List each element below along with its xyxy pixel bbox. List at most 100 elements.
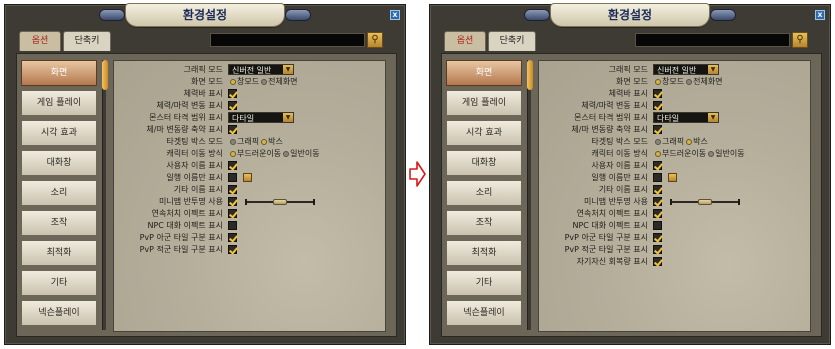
- option-checkbox[interactable]: [228, 221, 237, 230]
- option-checkbox[interactable]: [653, 197, 662, 206]
- close-button[interactable]: x: [815, 10, 825, 20]
- option-checkbox[interactable]: [228, 185, 237, 194]
- radio-button[interactable]: [686, 138, 693, 145]
- option-label: 그래픽 모드: [608, 65, 648, 74]
- option-dropdown[interactable]: 신버전 일반 ▼: [228, 64, 294, 75]
- option-color-swatch[interactable]: [668, 173, 677, 182]
- option-checkbox[interactable]: [653, 125, 662, 134]
- option-checkbox[interactable]: [228, 161, 237, 170]
- slider-knob[interactable]: [273, 199, 287, 205]
- option-control: [653, 100, 662, 112]
- sidebar-item[interactable]: 게임 플레이: [21, 90, 97, 116]
- scrollbar-thumb[interactable]: [527, 60, 533, 90]
- scrollbar-thumb[interactable]: [102, 60, 108, 90]
- option-label: 타겟팅 박스 모드: [591, 137, 648, 146]
- sidebar-item[interactable]: 화면: [446, 60, 522, 86]
- option-checkbox[interactable]: [653, 89, 662, 98]
- search-icon[interactable]: ⚲: [792, 32, 808, 48]
- option-checkbox[interactable]: [653, 101, 662, 110]
- close-button[interactable]: x: [390, 10, 400, 20]
- option-checkbox[interactable]: [653, 257, 662, 266]
- chevron-down-icon[interactable]: ▼: [708, 113, 718, 122]
- option-checkbox[interactable]: [228, 89, 237, 98]
- option-dropdown[interactable]: 신버전 일반 ▼: [653, 64, 719, 75]
- search-icon[interactable]: ⚲: [367, 32, 383, 48]
- chevron-down-icon[interactable]: ▼: [283, 65, 293, 74]
- tab-hotkeys[interactable]: 단축키: [488, 31, 536, 51]
- option-checkbox[interactable]: [653, 173, 662, 182]
- option-row: 사용자 이름 표시: [539, 160, 810, 172]
- sidebar-item[interactable]: 기타: [21, 270, 97, 296]
- sidebar-scrollbar[interactable]: [102, 60, 108, 330]
- option-dropdown[interactable]: 다타일 ▼: [228, 112, 294, 123]
- option-row: 캐릭터 이동 방식 부드러운이동 일반이동: [114, 148, 385, 160]
- option-row: 체력바 표시: [539, 88, 810, 100]
- option-label: 화면 모드: [191, 77, 223, 86]
- opacity-slider[interactable]: [670, 196, 740, 208]
- radio-button[interactable]: [230, 138, 236, 145]
- radio-button[interactable]: [708, 150, 715, 157]
- settings-body: 화면 게임 플레이 시각 효과 대화창 소리 조작 최적화 기타 넥슨플레이 그래픽 모드 신버전…: [16, 53, 397, 337]
- option-control: [228, 124, 237, 136]
- option-checkbox[interactable]: [653, 185, 662, 194]
- opacity-slider[interactable]: [245, 196, 315, 208]
- sidebar-item[interactable]: 넥슨플레이: [446, 300, 522, 326]
- option-color-swatch[interactable]: [243, 173, 252, 182]
- option-checkbox[interactable]: [228, 101, 237, 110]
- radio-button[interactable]: [655, 138, 661, 145]
- sidebar-item[interactable]: 넥슨플레이: [21, 300, 97, 326]
- option-checkbox[interactable]: [228, 125, 237, 134]
- chevron-down-icon[interactable]: ▼: [708, 65, 718, 74]
- title-bar[interactable]: 환경설정 x: [5, 3, 405, 27]
- slider-knob[interactable]: [698, 199, 712, 205]
- option-label: 몬스터 타격 범위 표시: [149, 113, 223, 122]
- option-checkbox[interactable]: [653, 233, 662, 242]
- sidebar-item[interactable]: 조작: [446, 210, 522, 236]
- option-dropdown[interactable]: 다타일 ▼: [653, 112, 719, 123]
- sidebar-item[interactable]: 조작: [21, 210, 97, 236]
- sidebar-item[interactable]: 기타: [446, 270, 522, 296]
- sidebar-item[interactable]: 시각 효과: [446, 120, 522, 146]
- sidebar-item[interactable]: 최적화: [21, 240, 97, 266]
- option-row: 자기자신 회복량 표시: [539, 256, 810, 268]
- radio-button[interactable]: [261, 78, 268, 85]
- radio-button[interactable]: [686, 78, 693, 85]
- sidebar-item[interactable]: 게임 플레이: [446, 90, 522, 116]
- radio-button[interactable]: [261, 138, 268, 145]
- search-input[interactable]: [635, 33, 790, 47]
- option-control: [228, 160, 237, 172]
- option-control: [228, 232, 237, 244]
- title-bar[interactable]: 환경설정 x: [430, 3, 830, 27]
- search-input[interactable]: [210, 33, 365, 47]
- radio-button[interactable]: [283, 150, 290, 157]
- radio-button[interactable]: [230, 150, 236, 157]
- option-checkbox[interactable]: [653, 221, 662, 230]
- option-checkbox[interactable]: [228, 245, 237, 254]
- chevron-down-icon[interactable]: ▼: [283, 113, 293, 122]
- option-control: 부드러운이동 일반이동: [228, 148, 320, 160]
- radio-button[interactable]: [655, 78, 661, 85]
- option-checkbox[interactable]: [228, 197, 237, 206]
- tab-options[interactable]: 옵션: [19, 31, 61, 51]
- option-control: [228, 88, 237, 100]
- tab-hotkeys[interactable]: 단축키: [63, 31, 111, 51]
- sidebar-item[interactable]: 대화창: [21, 150, 97, 176]
- option-checkbox[interactable]: [228, 233, 237, 242]
- sidebar-scrollbar[interactable]: [527, 60, 533, 330]
- radio-button[interactable]: [655, 150, 661, 157]
- option-checkbox[interactable]: [653, 209, 662, 218]
- radio-button[interactable]: [230, 78, 236, 85]
- sidebar-item[interactable]: 소리: [446, 180, 522, 206]
- option-control: [653, 196, 740, 208]
- comparison-stage: 환경설정 x 옵션 단축키 ⚲ 화면게임 플레이시각 효과대화창소리조작최적화기…: [0, 0, 835, 349]
- option-checkbox[interactable]: [653, 161, 662, 170]
- sidebar-item[interactable]: 대화창: [446, 150, 522, 176]
- tab-options[interactable]: 옵션: [444, 31, 486, 51]
- option-checkbox[interactable]: [228, 209, 237, 218]
- option-checkbox[interactable]: [653, 245, 662, 254]
- sidebar-item[interactable]: 최적화: [446, 240, 522, 266]
- sidebar-item[interactable]: 시각 효과: [21, 120, 97, 146]
- sidebar-item[interactable]: 소리: [21, 180, 97, 206]
- option-checkbox[interactable]: [228, 173, 237, 182]
- sidebar-item[interactable]: 화면: [21, 60, 97, 86]
